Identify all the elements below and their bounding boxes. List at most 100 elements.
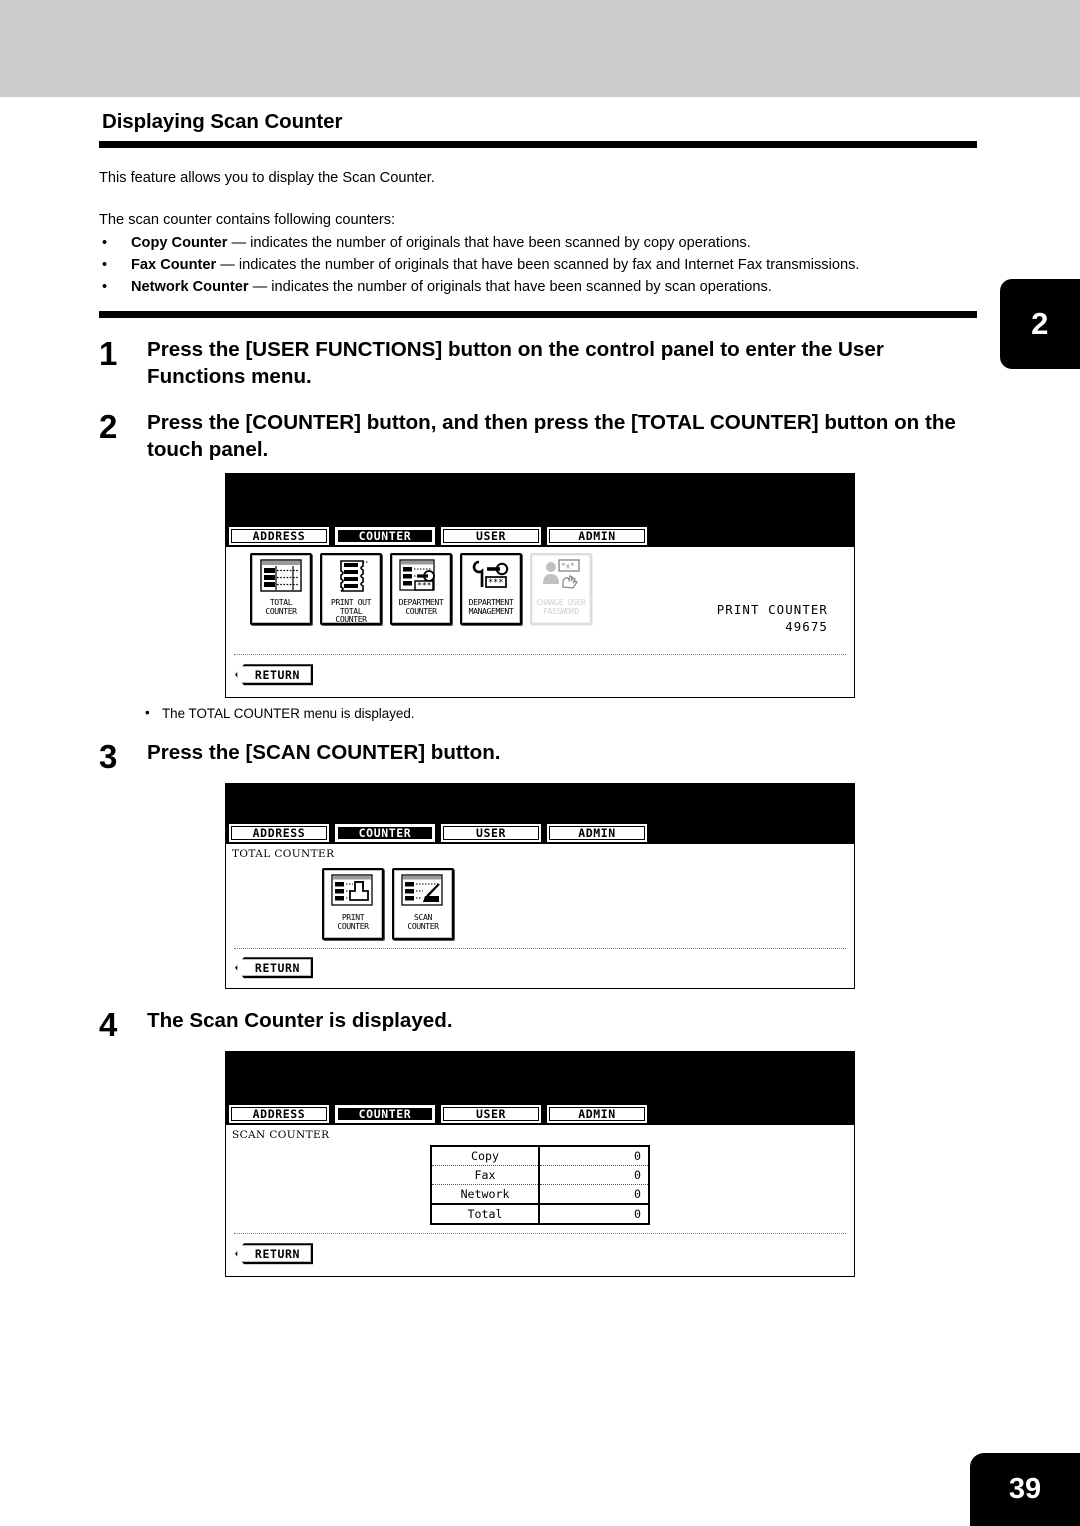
department-management-icon: *** bbox=[467, 557, 515, 597]
tab-admin[interactable]: ADMIN bbox=[547, 527, 647, 546]
print-out-total-counter-button[interactable]: PRINT OUT TOTAL COUNTER bbox=[320, 553, 382, 626]
table-row: Copy 0 bbox=[431, 1146, 649, 1167]
print-counter-readout: PRINT COUNTER 49675 bbox=[717, 602, 828, 635]
screenshot-total-counter-menu: ADDRESS COUNTER USER ADMIN TOTAL COUNTER bbox=[225, 783, 979, 990]
touch-panel-2: ADDRESS COUNTER USER ADMIN TOTAL COUNTER bbox=[225, 783, 855, 990]
tab-address[interactable]: ADDRESS bbox=[229, 527, 329, 546]
row-label: Fax bbox=[431, 1165, 540, 1186]
return-button[interactable]: RETURN bbox=[235, 957, 313, 979]
step-text: Press the [USER FUNCTIONS] button on the… bbox=[147, 337, 884, 389]
table-row: Total 0 bbox=[431, 1204, 649, 1225]
list-item: • Network Counter — indicates the number … bbox=[99, 277, 979, 297]
total-counter-button[interactable]: TOTAL COUNTER bbox=[250, 553, 312, 626]
section-rule bbox=[99, 310, 977, 318]
panel-3-header: ADDRESS COUNTER USER ADMIN bbox=[226, 1052, 854, 1126]
print-counter-label: PRINT COUNTER bbox=[716, 602, 828, 618]
panel-1-divider bbox=[234, 654, 846, 656]
step-2-note-text: The TOTAL COUNTER menu is displayed. bbox=[162, 706, 415, 722]
panel-3-divider bbox=[234, 1233, 846, 1235]
row-value: 0 bbox=[539, 1146, 649, 1167]
tab-user[interactable]: USER bbox=[441, 527, 541, 546]
touch-panel-3: ADDRESS COUNTER USER ADMIN SCAN COUNTER … bbox=[225, 1051, 855, 1278]
svg-text:*x*: *x* bbox=[561, 562, 575, 571]
step-number: 2 bbox=[99, 407, 118, 445]
step-text: The Scan Counter is displayed. bbox=[147, 1009, 453, 1033]
panel-2-body: TOTAL COUNTER PRINT COUNTER SCAN COUNTER bbox=[226, 844, 854, 949]
print-counter-icon bbox=[329, 872, 377, 912]
bullet-rest: — indicates the number of originals that… bbox=[216, 256, 860, 273]
tab-admin[interactable]: ADMIN bbox=[547, 1105, 647, 1124]
bullet-dot-icon: • bbox=[102, 279, 108, 296]
counter-bullet-list: • Copy Counter — indicates the number of … bbox=[99, 233, 979, 298]
panel-2-caption: TOTAL COUNTER bbox=[232, 848, 335, 861]
svg-text:***: *** bbox=[488, 578, 503, 588]
table-row: Network 0 bbox=[431, 1184, 649, 1206]
page-title: Displaying Scan Counter bbox=[102, 110, 343, 133]
step-2-note: • The TOTAL COUNTER menu is displayed. bbox=[145, 705, 979, 722]
change-user-password-button[interactable]: *x* CHANGE USER PASSWORD bbox=[530, 553, 592, 626]
department-counter-icon: *** bbox=[397, 557, 445, 597]
fnicon-caption: DEPARTMENT COUNTER bbox=[398, 597, 444, 616]
print-counter-value: 49675 bbox=[785, 619, 828, 634]
panel-1-header: ADDRESS COUNTER USER ADMIN bbox=[226, 474, 854, 548]
panel-2-footer: RETURN bbox=[226, 948, 854, 989]
fnicon-caption: TOTAL COUNTER bbox=[265, 597, 297, 616]
row-value: 0 bbox=[539, 1165, 649, 1186]
bullet-dot-icon: • bbox=[102, 256, 108, 273]
step-2: 2 Press the [COUNTER] button, and then p… bbox=[99, 408, 979, 464]
step-number: 3 bbox=[99, 738, 118, 776]
chapter-tab: 2 bbox=[1000, 279, 1080, 369]
scan-counter-button[interactable]: SCAN COUNTER bbox=[392, 868, 454, 941]
page-number-tab: 39 bbox=[970, 1453, 1080, 1526]
print-counter-button[interactable]: PRINT COUNTER bbox=[322, 868, 384, 941]
fnicon-caption: PRINT COUNTER bbox=[337, 912, 369, 931]
department-counter-button[interactable]: *** DEPARTMENT COUNTER bbox=[390, 553, 452, 626]
screenshot-counter-menu: ADDRESS COUNTER USER ADMIN TOTAL COUNTER… bbox=[225, 473, 979, 699]
tab-user[interactable]: USER bbox=[441, 1105, 541, 1124]
list-item: • Copy Counter — indicates the number of … bbox=[99, 233, 979, 253]
panel-3-body: SCAN COUNTER Copy 0 Fax 0 Network 0 Tota… bbox=[226, 1125, 854, 1234]
page-header-band bbox=[0, 0, 1080, 97]
panel-2-header: ADDRESS COUNTER USER ADMIN bbox=[226, 784, 854, 845]
row-label: Total bbox=[431, 1204, 540, 1225]
fnicon-caption: PRINT OUT TOTAL COUNTER bbox=[330, 597, 372, 624]
panel-1-body: TOTAL COUNTER PRINT OUT TOTAL COUNTER **… bbox=[226, 547, 854, 655]
panel-3-caption: SCAN COUNTER bbox=[232, 1129, 330, 1142]
step-4: 4 The Scan Counter is displayed. bbox=[99, 1006, 979, 1041]
lead-in-paragraph: The scan counter contains following coun… bbox=[99, 212, 396, 229]
row-label: Copy bbox=[431, 1146, 540, 1167]
bullet-rest: — indicates the number of originals that… bbox=[248, 279, 772, 296]
scan-counter-table: Copy 0 Fax 0 Network 0 Total 0 bbox=[430, 1145, 650, 1226]
department-management-button[interactable]: *** DEPARTMENT MANAGEMENT bbox=[460, 553, 522, 626]
panel-2-icon-row: PRINT COUNTER SCAN COUNTER bbox=[226, 860, 854, 941]
tab-user[interactable]: USER bbox=[441, 824, 541, 843]
panel-1-tabbar: ADDRESS COUNTER USER ADMIN bbox=[229, 527, 647, 546]
table-row: Fax 0 bbox=[431, 1165, 649, 1186]
bullet-term: Fax Counter bbox=[131, 256, 217, 273]
row-label: Network bbox=[431, 1184, 540, 1206]
return-button[interactable]: RETURN bbox=[235, 1243, 313, 1265]
bullet-term: Network Counter bbox=[131, 279, 249, 296]
screenshot-scan-counter: ADDRESS COUNTER USER ADMIN SCAN COUNTER … bbox=[225, 1051, 979, 1278]
print-out-total-counter-icon bbox=[327, 557, 375, 597]
row-value: 0 bbox=[539, 1184, 649, 1206]
step-text: Press the [SCAN COUNTER] button. bbox=[147, 741, 501, 765]
step-number: 4 bbox=[99, 1006, 118, 1044]
bullet-dot-icon: • bbox=[145, 705, 150, 721]
return-button[interactable]: RETURN bbox=[235, 664, 313, 686]
tab-counter[interactable]: COUNTER bbox=[335, 1105, 435, 1124]
svg-text:***: *** bbox=[417, 581, 432, 590]
tab-counter[interactable]: COUNTER bbox=[335, 824, 435, 843]
step-number: 1 bbox=[99, 334, 118, 372]
page-content: Displaying Scan Counter This feature all… bbox=[99, 110, 979, 1278]
step-1: 1 Press the [USER FUNCTIONS] button on t… bbox=[99, 335, 979, 391]
tab-address[interactable]: ADDRESS bbox=[229, 824, 329, 843]
tab-admin[interactable]: ADMIN bbox=[547, 824, 647, 843]
tab-address[interactable]: ADDRESS bbox=[229, 1105, 329, 1124]
panel-3-footer: RETURN bbox=[226, 1233, 854, 1277]
intro-paragraph: This feature allows you to display the S… bbox=[99, 170, 435, 186]
tab-counter[interactable]: COUNTER bbox=[335, 527, 435, 546]
bullet-term: Copy Counter bbox=[131, 234, 228, 251]
panel-1-footer: RETURN bbox=[226, 654, 854, 698]
fnicon-caption: DEPARTMENT MANAGEMENT bbox=[468, 597, 514, 616]
